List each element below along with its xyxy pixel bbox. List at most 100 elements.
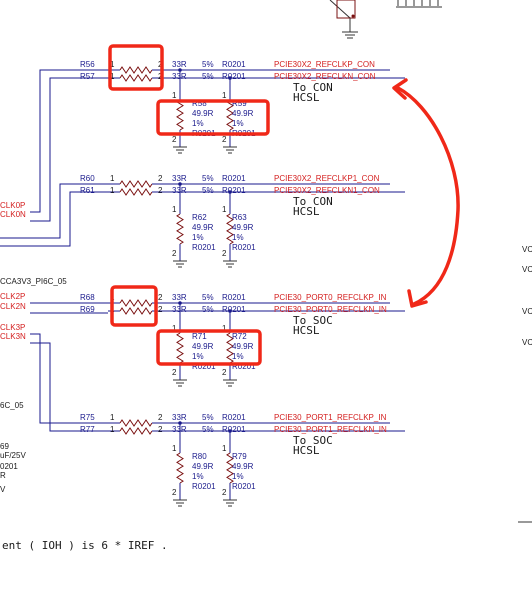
left-edge-label: CCA3V3_PI6C_05 <box>0 277 67 286</box>
left-edge-label: 69 <box>0 442 9 451</box>
pulldown-value-b: 49.9R <box>232 223 254 232</box>
series-tolerance-top: 5% <box>202 174 214 183</box>
pulldown-package-a: R0201 <box>192 243 216 252</box>
pin-label: 2 <box>172 368 177 377</box>
series-value-top: 33R <box>172 60 187 69</box>
resistor-block: R60 R61 1 1 2 2 33R 33R 5% 5% R0201 R0201 PCIE30X2_R… <box>80 174 405 268</box>
pulldown-tolerance-a: 1% <box>192 233 204 242</box>
pulldown-ref-a: R71 <box>192 332 207 341</box>
pulldown-tolerance-b: 1% <box>232 472 244 481</box>
ground-symbol <box>223 379 237 387</box>
pin-label: 1 <box>222 205 227 214</box>
series-tolerance-top: 5% <box>202 293 214 302</box>
net-label-p: PCIE30X2_REFCLKP_CON <box>274 60 375 69</box>
pulldown-tolerance-b: 1% <box>232 119 244 128</box>
pulldown-tolerance-b: 1% <box>232 233 244 242</box>
left-edge-label: 0201 <box>0 462 18 471</box>
pin-label: 2 <box>172 488 177 497</box>
signal-standard-label: HCSL <box>293 444 320 457</box>
ground-symbol <box>173 379 187 387</box>
pulldown-ref-a: R62 <box>192 213 207 222</box>
net-label-p: PCIE30X2_REFCLKP1_CON <box>274 174 380 183</box>
ground-symbol <box>173 260 187 268</box>
series-resistor-bottom <box>119 427 153 435</box>
series-value-top: 33R <box>172 413 187 422</box>
pulldown-ref-b: R79 <box>232 452 247 461</box>
footer-note: ent ( IOH ) is 6 * IREF . <box>2 539 168 552</box>
pin-label: 1 <box>110 413 115 422</box>
series-package-top: R0201 <box>222 60 246 69</box>
pin-label: 1 <box>110 425 115 434</box>
series-value-top: 33R <box>172 293 187 302</box>
pulldown-tolerance-b: 1% <box>232 352 244 361</box>
series-package-top: R0201 <box>222 293 246 302</box>
series-ref-bottom: R69 <box>80 305 95 314</box>
series-resistor-top <box>119 299 153 307</box>
net-label-n: PCIE30_PORT1_REFCLKN_IN <box>274 425 387 434</box>
right-edge-label: VC <box>522 245 532 254</box>
ground-symbol <box>173 499 187 507</box>
series-tolerance-bottom: 5% <box>202 305 214 314</box>
resistor-blocks: R56 R57 1 1 2 2 33R 33R 5% 5% R0201 R0201 PCIE30X2_R… <box>80 60 405 507</box>
pulldown-value-b: 49.9R <box>232 109 254 118</box>
net-label-n: PCIE30X2_REFCLKN1_CON <box>274 186 380 195</box>
series-package-top: R0201 <box>222 413 246 422</box>
left-edge-label: CLK0P <box>0 201 25 210</box>
resistor-block: R56 R57 1 1 2 2 33R 33R 5% 5% R0201 R0201 PCIE30X2_R… <box>80 60 405 154</box>
ground-symbol <box>223 499 237 507</box>
left-edge-label: uF/25V <box>0 451 26 460</box>
pulldown-resistor-a <box>176 213 184 245</box>
series-resistor-top <box>119 66 153 74</box>
pin-label: 2 <box>158 174 163 183</box>
pin-label: 1 <box>110 186 115 195</box>
series-ref-top: R56 <box>80 60 95 69</box>
pin-label: 2 <box>158 425 163 434</box>
pin-label: 1 <box>172 205 177 214</box>
left-edge-label: CLK2N <box>0 302 26 311</box>
pulldown-package-b: R0201 <box>232 243 256 252</box>
series-value-bottom: 33R <box>172 72 187 81</box>
ground-symbol <box>173 146 187 154</box>
series-resistor-bottom <box>119 307 153 315</box>
pin-label: 1 <box>110 174 115 183</box>
pulldown-value-a: 49.9R <box>192 462 214 471</box>
pin-label: 2 <box>158 305 163 314</box>
pin-label: 1 <box>222 91 227 100</box>
pin-label: 2 <box>222 135 227 144</box>
left-edge-label: CLK2P <box>0 292 25 301</box>
series-ref-bottom: R77 <box>80 425 95 434</box>
pin-label: 1 <box>172 444 177 453</box>
left-edge-label: R <box>0 471 6 480</box>
pin-label: 1 <box>172 91 177 100</box>
pin-label: 2 <box>172 249 177 258</box>
net-label-p: PCIE30_PORT0_REFCLKP_IN <box>274 293 387 302</box>
left-edge-label: CLK3N <box>0 332 26 341</box>
series-ref-bottom: R57 <box>80 72 95 81</box>
series-resistor-bottom <box>119 188 153 196</box>
signal-standard-label: HCSL <box>293 205 320 218</box>
pulldown-ref-a: R80 <box>192 452 207 461</box>
left-routing-wires <box>0 69 108 432</box>
pulldown-resistor-a <box>176 99 184 131</box>
markup-box-r56-r57 <box>108 44 164 91</box>
pulldown-value-a: 49.9R <box>192 109 214 118</box>
net-label-n: PCIE30X2_REFCLKN_CON <box>274 72 376 81</box>
pin-label: 2 <box>222 488 227 497</box>
right-edge-label: VC <box>522 338 532 347</box>
pin-label: 2 <box>158 413 163 422</box>
series-tolerance-bottom: 5% <box>202 425 214 434</box>
pin-label: 2 <box>158 186 163 195</box>
ground-symbol <box>223 260 237 268</box>
pulldown-package-a: R0201 <box>192 482 216 491</box>
series-package-bottom: R0201 <box>222 186 246 195</box>
series-ref-bottom: R61 <box>80 186 95 195</box>
pulldown-value-a: 49.9R <box>192 342 214 351</box>
net-label-n: PCIE30_PORT0_REFCLKN_IN <box>274 305 387 314</box>
right-edge-labels: VC VC VC VC <box>522 245 532 347</box>
series-tolerance-bottom: 5% <box>202 72 214 81</box>
left-edge-label: CLK3P <box>0 323 25 332</box>
left-edge-label: CLK0N <box>0 210 26 219</box>
pin-label: 1 <box>222 444 227 453</box>
series-value-bottom: 33R <box>172 305 187 314</box>
resistor-block: R75 R77 1 1 2 2 33R 33R 5% 5% R0201 R0201 PCIE30_POR… <box>80 413 405 507</box>
